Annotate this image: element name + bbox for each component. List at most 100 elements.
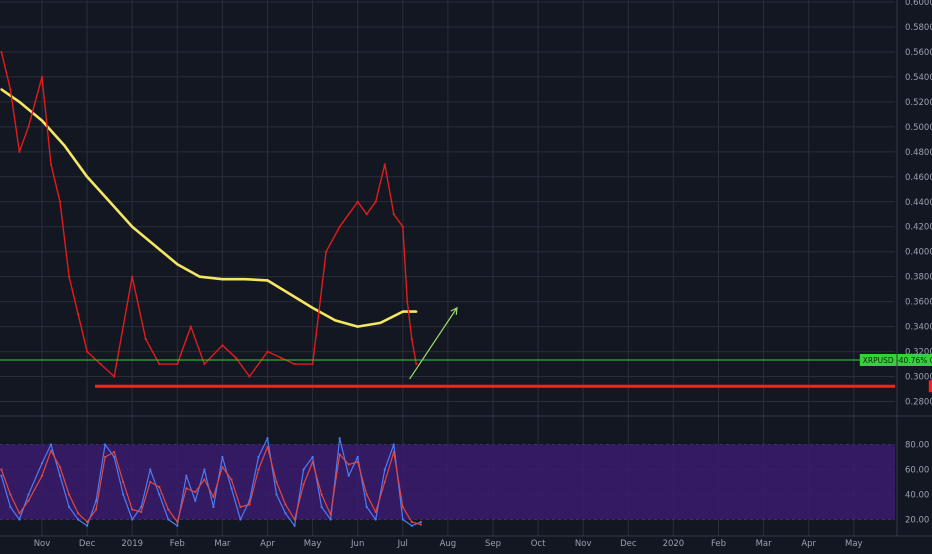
oscillator-k-line-point [330,518,332,520]
oscillator-d-line-point [257,468,259,470]
price-line-point [158,363,160,365]
oscillator-d-line-point [167,508,169,510]
x-tick-label: Feb [711,539,726,549]
oscillator-d-line-point [330,513,332,515]
price-line-point [100,363,102,365]
oscillator-d-line-point [122,481,124,483]
oscillator-k-line-point [185,475,187,477]
oscillator-d-line-point [9,493,11,495]
oscillator-d-line-point [212,496,214,498]
oscillator-k-line-point [158,493,160,495]
x-tick-label: Aug [440,539,457,549]
oscillator-d-line-point [221,466,223,468]
moving-average-line-point [131,226,133,228]
price-y-tick-label: 0.46000 [905,173,932,183]
moving-average-line-point [415,311,417,313]
oscillator-k-line-point [375,518,377,520]
moving-average-line-point [221,278,223,280]
oscillator-d-line-point [18,512,20,514]
oscillator-d-line-point [275,481,277,483]
oscillator-k-line-point [194,500,196,502]
price-y-tick-label: 0.36000 [905,298,932,308]
oscillator-k-line-point [9,506,11,508]
moving-average-line-point [18,101,20,103]
oscillator-d-line-point [59,466,61,468]
price-line-point [86,350,88,352]
moving-average-line-point [109,201,111,203]
moving-average-line-point [266,279,268,281]
price-y-tick-label: 0.58000 [905,23,932,33]
price-y-tick-label: 0.42000 [905,223,932,233]
price-line-point [293,363,295,365]
oscillator-d-line-point [402,506,404,508]
price-line-point [402,226,404,228]
oscillator-d-line-point [384,481,386,483]
price-y-tick-label: 0.32000 [905,348,932,358]
moving-average-line-point [0,88,2,90]
price-line-point [41,76,43,78]
oscillator-d-line-point [284,503,286,505]
x-tick-label: Feb [170,539,185,549]
price-line-point [68,276,70,278]
oscillator-d-line-point [176,521,178,523]
price-line-point [27,126,29,128]
x-tick-label: Apr [801,539,816,549]
oscillator-k-line-point [221,456,223,458]
x-tick-label: Sep [485,539,501,549]
price-line-point [50,163,52,165]
oscillator-d-line-point [113,451,115,453]
oscillator-k-line-point [212,506,214,508]
oscillator-d-line-point [366,493,368,495]
oscillator-k-line-point [149,468,151,470]
price-line-point [357,201,359,203]
x-tick-label: Jun [350,539,364,549]
price-y-tick-label: 0.54000 [905,73,932,83]
oscillator-k-line-point [27,493,29,495]
oscillator-d-line-point [0,468,2,470]
moving-average-line-point [41,120,43,122]
price-line-point [366,213,368,215]
price-y-tick-label: 0.38000 [905,273,932,283]
moving-average-line-point [244,278,246,280]
oscillator-k-line-point [131,518,133,520]
oscillator-d-line-point [357,461,359,463]
oscillator-k-line-point [302,468,304,470]
oscillator-k-line-point [77,518,79,520]
price-line-point [176,363,178,365]
oscillator-y-tick-label: 80.00 [905,441,929,451]
moving-average-line-point [63,144,65,146]
moving-average-line-point [176,263,178,265]
oscillator-d-line-point [131,508,133,510]
oscillator-d-line-point [293,518,295,520]
oscillator-d-line-point [50,450,52,452]
oscillator-k-line-point [257,456,259,458]
price-line-point [113,375,115,377]
oscillator-k-line-point [357,456,359,458]
oscillator-d-line-point [302,483,304,485]
price-line-point [411,338,413,340]
price-line-point [59,201,61,203]
x-tick-label: May [304,539,322,549]
oscillator-d-line-point [312,461,314,463]
oscillator-k-line-point [275,493,277,495]
x-tick-label: Dec [620,539,637,549]
moving-average-line-point [379,322,381,324]
oscillator-k-line-point [203,468,205,470]
price-line-point [266,350,268,352]
oscillator-k-line-point [348,475,350,477]
oscillator-k-line-point [402,518,404,520]
oscillator-k-line-point [393,443,395,445]
x-tick-label: Mar [214,539,231,549]
price-line-point [339,226,341,228]
oscillator-k-line-point [420,521,422,523]
oscillator-d-line-point [411,521,413,523]
oscillator-d-line-point [348,463,350,465]
price-y-tick-label: 0.56000 [905,48,932,58]
oscillator-k-line-point [41,462,43,464]
x-tick-label: Oct [531,539,546,549]
oscillator-d-line-point [140,511,142,513]
oscillator-y-tick-label: 40.00 [905,491,929,501]
oscillator-k-line-point [0,475,2,477]
price-y-tick-label: 0.40000 [905,248,932,258]
oscillator-d-line-point [266,446,268,448]
